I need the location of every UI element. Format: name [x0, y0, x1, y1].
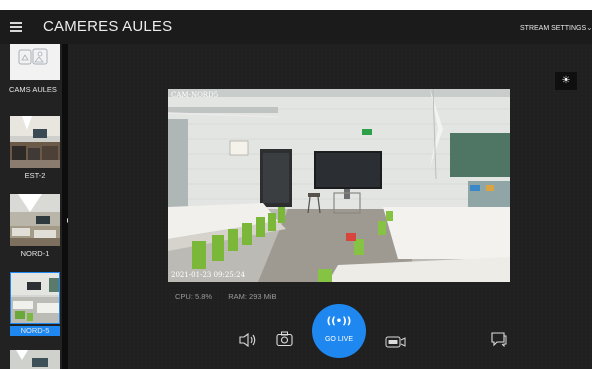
sidebar-item-partial[interactable]	[0, 350, 62, 369]
sidebar-item-label: NORD-1	[20, 249, 50, 258]
sidebar-item-label: NORD-5	[10, 326, 60, 336]
camera-name-overlay: CAM-NORD5	[171, 91, 219, 99]
gallery-icon	[10, 44, 60, 80]
top-strip	[0, 0, 592, 10]
hamburger-menu-icon[interactable]	[10, 22, 22, 32]
sidebar-group-label: CAMS AULES	[9, 85, 57, 94]
record-icon[interactable]	[385, 333, 407, 352]
system-stats: CPU: 5.8% RAM: 293 MiB	[175, 292, 291, 301]
classroom-image	[168, 89, 510, 282]
go-live-label: GO LIVE	[324, 336, 353, 343]
stream-settings-button[interactable]: STREAM SETTINGS	[520, 25, 586, 32]
sidebar-item-cams-aules[interactable]: CAMS AULES	[0, 44, 62, 104]
speaker-icon[interactable]	[238, 332, 258, 352]
go-live-button[interactable]: ((•)) GO LIVE	[312, 304, 366, 358]
brightness-icon[interactable]: ☀	[555, 72, 577, 90]
camera-thumbnail	[10, 350, 60, 369]
sidebar-item-label: EST-2	[24, 171, 46, 180]
main-area: ☀ CAM-NORD5 2021-01-23 09:25:24 CPU: 5.8…	[68, 44, 592, 369]
chevron-down-icon[interactable]: ⌄	[586, 23, 592, 32]
cpu-usage: CPU: 5.8%	[175, 292, 213, 301]
sidebar-item-nord-5[interactable]: NORD-5	[0, 272, 62, 340]
sidebar-item-est-2[interactable]: EST-2	[0, 116, 62, 186]
timestamp-overlay: 2021-01-23 09:25:24	[171, 271, 246, 279]
camera-sidebar: CAMS AULES EST-2 NORD-1 NORD-5	[0, 44, 62, 369]
camera-thumbnail	[10, 194, 60, 246]
app-window: CAMERES AULES STREAM SETTINGS ⌄ CAMS AUL…	[0, 10, 592, 369]
camera-preview: CAM-NORD5 2021-01-23 09:25:24	[168, 89, 510, 282]
ram-usage: RAM: 293 MiB	[228, 292, 277, 301]
broadcast-icon: ((•))	[326, 316, 352, 327]
camera-thumbnail	[10, 116, 60, 168]
app-title: CAMERES AULES	[43, 18, 173, 35]
chat-icon[interactable]	[490, 331, 508, 351]
sidebar-item-nord-1[interactable]: NORD-1	[0, 194, 62, 264]
title-bar: CAMERES AULES STREAM SETTINGS ⌄	[0, 10, 592, 44]
camera-icon[interactable]	[276, 331, 293, 351]
camera-thumbnail	[10, 272, 60, 324]
